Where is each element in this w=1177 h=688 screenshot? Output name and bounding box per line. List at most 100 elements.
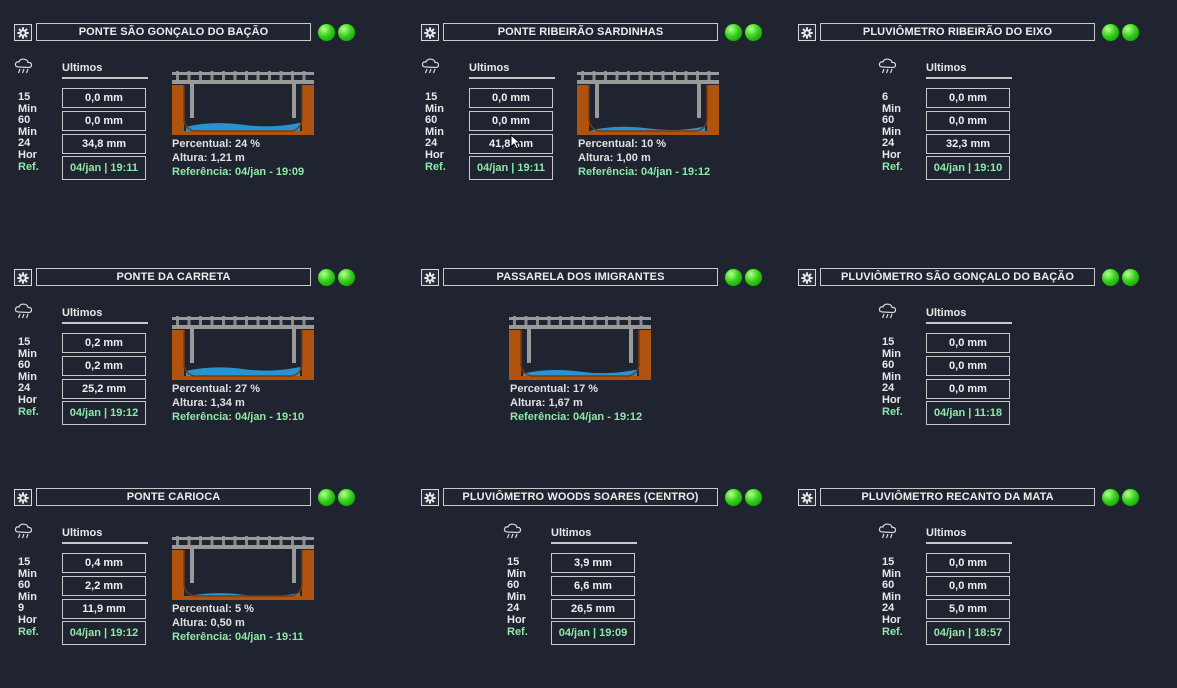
ref-label: Ref. xyxy=(425,161,446,173)
station-title: PONTE RIBEIRÃO SARDINHAS xyxy=(443,23,718,41)
ref-label: Ref. xyxy=(882,161,903,173)
ref-timestamp: 04/jan | 19:12 xyxy=(62,401,146,425)
bridge-level-graphic xyxy=(172,536,314,600)
divider xyxy=(469,77,555,79)
station-header: PLUVIÔMETRO WOODS SOARES (CENTRO) xyxy=(421,488,791,508)
gear-icon[interactable] xyxy=(14,489,32,506)
rain-cloud-icon xyxy=(14,58,36,81)
referencia-text: Referência: 04/jan - 19:12 xyxy=(578,166,711,178)
ref-timestamp: 04/jan | 19:10 xyxy=(926,156,1010,180)
bridge-level-graphic xyxy=(172,71,314,135)
rain-row-value: 0,4 mm xyxy=(62,553,146,573)
ref-label: Ref. xyxy=(507,626,528,638)
station-panel: PASSARELA DOS IMIGRANTES Percentual: 17 %… xyxy=(421,268,791,468)
rain-row-value: 0,0 mm xyxy=(926,576,1010,596)
divider xyxy=(62,322,148,324)
status-led-icon xyxy=(338,24,355,41)
status-led-icon xyxy=(1102,24,1119,41)
gear-icon[interactable] xyxy=(798,24,816,41)
rain-row-value: 26,5 mm xyxy=(551,599,635,619)
bridge-info: Percentual: 24 % Altura: 1,21 m Referência… xyxy=(172,137,304,179)
percentual-text: Percentual: 17 % xyxy=(510,383,599,395)
rain-row-value: 3,9 mm xyxy=(551,553,635,573)
rain-row-label: 24 Hor xyxy=(18,382,37,406)
rain-row-value: 32,3 mm xyxy=(926,134,1010,154)
status-led-icon xyxy=(745,24,762,41)
rain-row-label: 60 Min xyxy=(882,579,901,603)
status-led-icon xyxy=(338,269,355,286)
rain-row-label: 9 Hor xyxy=(18,602,37,626)
rain-row-label: 60 Min xyxy=(882,359,901,383)
altura-text: Altura: 1,67 m xyxy=(510,397,583,409)
station-header: PLUVIÔMETRO SÃO GONÇALO DO BAÇÃO xyxy=(798,268,1168,288)
station-header: PONTE RIBEIRÃO SARDINHAS xyxy=(421,23,791,43)
rain-row-value: 0,0 mm xyxy=(926,356,1010,376)
station-panel: PONTE RIBEIRÃO SARDINHAS Ultimos 15 Min 0,0… xyxy=(421,23,791,223)
status-led-icon xyxy=(725,489,742,506)
divider xyxy=(926,542,1012,544)
ref-label: Ref. xyxy=(882,626,903,638)
gear-icon[interactable] xyxy=(421,24,439,41)
station-title: PONTE DA CARRETA xyxy=(36,268,311,286)
status-led-icon xyxy=(318,24,335,41)
rain-header: Ultimos xyxy=(551,527,592,539)
referencia-text: Referência: 04/jan - 19:12 xyxy=(510,411,643,423)
station-title: PLUVIÔMETRO RECANTO DA MATA xyxy=(820,488,1095,506)
altura-text: Altura: 1,34 m xyxy=(172,397,245,409)
rain-header: Ultimos xyxy=(926,62,967,74)
ref-label: Ref. xyxy=(18,406,39,418)
rain-cloud-icon xyxy=(421,58,443,81)
status-led-icon xyxy=(338,489,355,506)
percentual-text: Percentual: 5 % xyxy=(172,603,254,615)
station-title: PONTE SÃO GONÇALO DO BAÇÃO xyxy=(36,23,311,41)
status-led-icon xyxy=(1102,489,1119,506)
rain-row-value: 11,9 mm xyxy=(62,599,146,619)
rain-cloud-icon xyxy=(14,303,36,326)
bridge-level-graphic xyxy=(509,316,651,380)
rain-row-label: 60 Min xyxy=(507,579,526,603)
ref-timestamp: 04/jan | 19:09 xyxy=(551,621,635,645)
rain-row-label: 15 Min xyxy=(882,556,901,580)
station-title: PLUVIÔMETRO WOODS SOARES (CENTRO) xyxy=(443,488,718,506)
rain-row-value: 0,0 mm xyxy=(926,553,1010,573)
station-panel: PLUVIÔMETRO RECANTO DA MATA Ultimos 15 Min… xyxy=(798,488,1168,688)
gear-icon[interactable] xyxy=(798,269,816,286)
rain-header: Ultimos xyxy=(62,62,103,74)
station-header: PONTE DA CARRETA xyxy=(14,268,384,288)
rain-row-label: 60 Min xyxy=(18,114,37,138)
rain-row-value: 0,0 mm xyxy=(926,88,1010,108)
percentual-text: Percentual: 10 % xyxy=(578,138,667,150)
gear-icon[interactable] xyxy=(14,24,32,41)
divider xyxy=(926,322,1012,324)
percentual-text: Percentual: 27 % xyxy=(172,383,261,395)
rain-row-value: 0,0 mm xyxy=(926,333,1010,353)
rain-row-label: 24 Hor xyxy=(425,137,444,161)
rain-row-label: 60 Min xyxy=(425,114,444,138)
gear-icon[interactable] xyxy=(421,489,439,506)
bridge-info: Percentual: 5 % Altura: 0,50 m Referência:… xyxy=(172,602,303,644)
rain-row-label: 60 Min xyxy=(882,114,901,138)
status-led-icon xyxy=(745,489,762,506)
status-led-icon xyxy=(745,269,762,286)
rain-row-value: 2,2 mm xyxy=(62,576,146,596)
status-led-icon xyxy=(1122,489,1139,506)
ref-timestamp: 04/jan | 19:12 xyxy=(62,621,146,645)
station-title: PLUVIÔMETRO RIBEIRÃO DO EIXO xyxy=(820,23,1095,41)
station-panel: PLUVIÔMETRO WOODS SOARES (CENTRO) Ultimos… xyxy=(421,488,791,688)
rain-row-value: 6,6 mm xyxy=(551,576,635,596)
station-title: PLUVIÔMETRO SÃO GONÇALO DO BAÇÃO xyxy=(820,268,1095,286)
gear-icon[interactable] xyxy=(421,269,439,286)
gear-icon[interactable] xyxy=(798,489,816,506)
gear-icon[interactable] xyxy=(14,269,32,286)
rain-row-label: 15 Min xyxy=(882,336,901,360)
station-header: PONTE CARIOCA xyxy=(14,488,384,508)
ref-timestamp: 04/jan | 19:11 xyxy=(62,156,146,180)
rain-row-label: 15 Min xyxy=(507,556,526,580)
rain-header: Ultimos xyxy=(62,307,103,319)
rain-row-value: 0,2 mm xyxy=(62,333,146,353)
station-header: PLUVIÔMETRO RIBEIRÃO DO EIXO xyxy=(798,23,1168,43)
rain-row-value: 0,2 mm xyxy=(62,356,146,376)
rain-cloud-icon xyxy=(503,523,525,546)
referencia-text: Referência: 04/jan - 19:10 xyxy=(172,411,305,423)
rain-row-value: 34,8 mm xyxy=(62,134,146,154)
